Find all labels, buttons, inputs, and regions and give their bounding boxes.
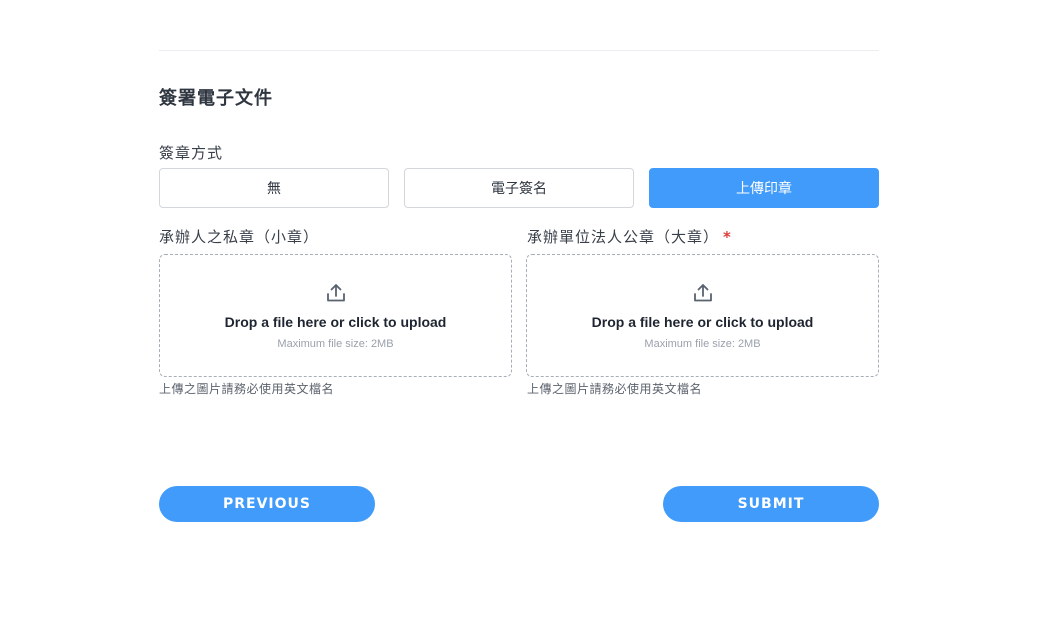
previous-button[interactable]: PREVIOUS bbox=[159, 486, 375, 522]
upload-icon bbox=[693, 284, 712, 302]
personal-seal-hint: 上傳之圖片請務必使用英文檔名 bbox=[159, 382, 335, 396]
section-title: 簽署電子文件 bbox=[159, 88, 273, 109]
company-seal-label-text: 承辦單位法人公章（大章） bbox=[527, 228, 720, 246]
signing-form: 簽署電子文件 簽章方式 無 電子簽名 上傳印章 承辦人之私章（小章） Drop … bbox=[0, 0, 1045, 630]
option-upload-seal-button[interactable]: 上傳印章 bbox=[649, 168, 879, 208]
company-seal-label: 承辦單位法人公章（大章） * bbox=[527, 226, 732, 247]
dropzone-prompt: Drop a file here or click to upload bbox=[591, 314, 814, 330]
top-divider bbox=[159, 50, 879, 51]
company-seal-hint: 上傳之圖片請務必使用英文檔名 bbox=[527, 382, 703, 396]
required-mark: * bbox=[723, 228, 732, 246]
option-none-button[interactable]: 無 bbox=[159, 168, 389, 208]
upload-icon bbox=[326, 284, 345, 302]
option-e-signature-button[interactable]: 電子簽名 bbox=[404, 168, 634, 208]
dropzone-max-size: Maximum file size: 2MB bbox=[644, 338, 761, 350]
dropzone-max-size: Maximum file size: 2MB bbox=[277, 338, 394, 350]
dropzone-prompt: Drop a file here or click to upload bbox=[224, 314, 447, 330]
submit-button[interactable]: SUBMIT bbox=[663, 486, 879, 522]
personal-seal-label-text: 承辦人之私章（小章） bbox=[159, 228, 320, 246]
signature-method-label: 簽章方式 bbox=[159, 144, 224, 162]
personal-seal-dropzone[interactable]: Drop a file here or click to upload Maxi… bbox=[159, 254, 512, 377]
company-seal-dropzone[interactable]: Drop a file here or click to upload Maxi… bbox=[526, 254, 879, 377]
personal-seal-label: 承辦人之私章（小章） bbox=[159, 226, 319, 247]
